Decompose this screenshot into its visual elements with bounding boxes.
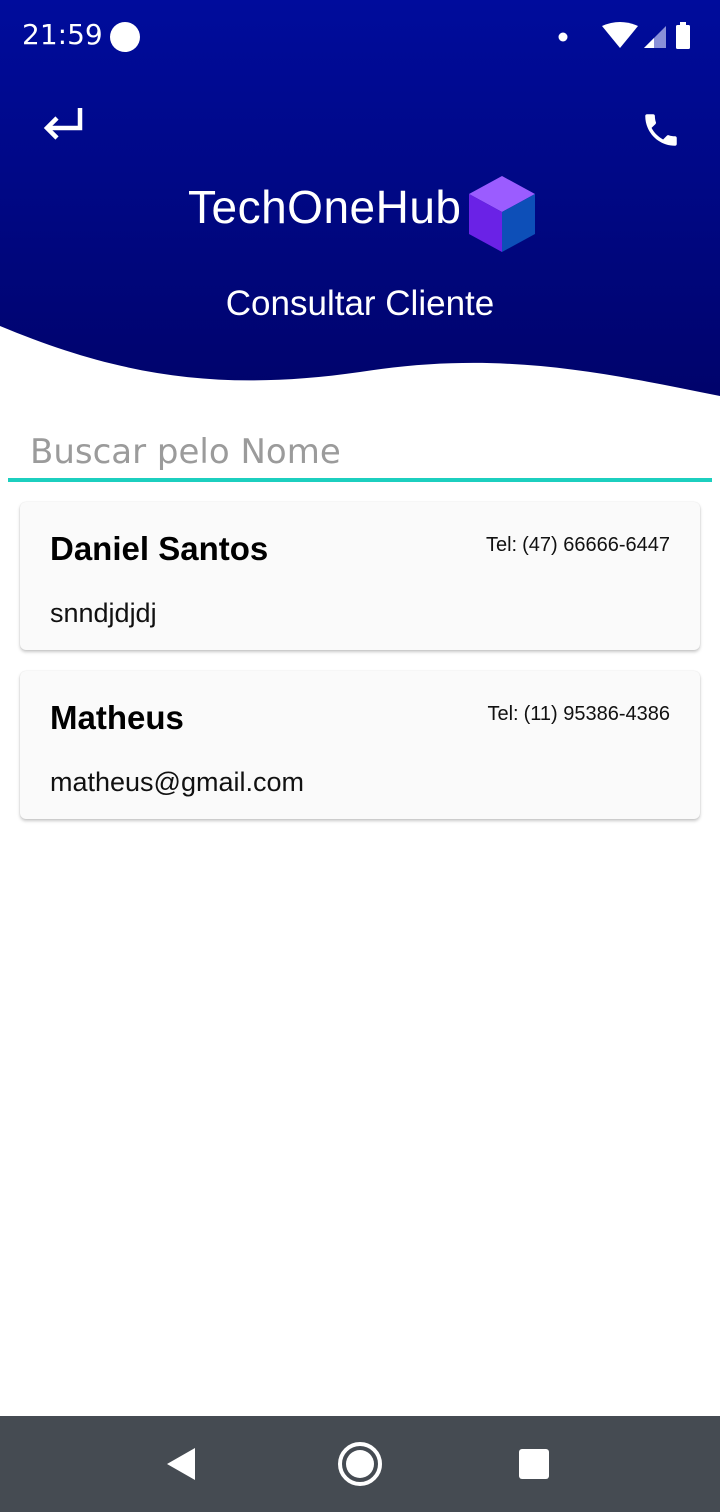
client-phone: Tel: (47) 66666-6447 — [486, 534, 670, 557]
client-name: Matheus — [50, 699, 184, 736]
client-phone-label: Tel: — [485, 534, 518, 556]
search-input[interactable] — [8, 426, 712, 478]
battery-icon — [676, 25, 690, 49]
status-icons — [558, 22, 690, 49]
client-phone-number: (11) 95386-4386 — [523, 703, 670, 725]
page-title: Consultar Cliente — [225, 284, 495, 323]
search-field[interactable] — [8, 426, 712, 482]
return-arrow-icon — [43, 108, 83, 140]
app-name: TechOneHub — [188, 181, 462, 233]
client-phone-number: (47) 66666-6447 — [522, 534, 670, 556]
search-underline — [8, 478, 712, 482]
client-phone: Tel: (11) 95386-4386 — [487, 703, 670, 726]
circle-home-icon — [338, 1442, 382, 1486]
square-recents-icon — [519, 1449, 549, 1479]
client-email: snndjdjdj — [50, 598, 157, 628]
triangle-back-icon — [167, 1448, 195, 1480]
header: 21:59 TechOneHub Consultar Cliente — [0, 0, 720, 400]
cube-icon — [469, 176, 535, 252]
nav-back-button[interactable] — [150, 1432, 214, 1496]
notification-dot-icon — [110, 22, 140, 52]
status-time: 21:59 — [22, 18, 103, 51]
wifi-icon — [602, 22, 638, 48]
signal-icon — [644, 26, 666, 48]
client-phone-label: Tel: — [487, 703, 519, 725]
small-dot-icon — [558, 32, 568, 42]
client-card[interactable]: Daniel Santos Tel: (47) 66666-6447 snndjd… — [20, 502, 700, 650]
phone-icon — [645, 114, 677, 146]
call-button[interactable] — [633, 102, 689, 158]
client-card[interactable]: Matheus Tel: (11) 95386-4386 matheus@gmai… — [20, 671, 700, 819]
nav-home-button[interactable] — [328, 1432, 392, 1496]
client-name: Daniel Santos — [50, 530, 269, 567]
status-bar: 21:59 — [0, 0, 720, 76]
system-navigation-bar — [0, 1416, 720, 1512]
client-email: matheus@gmail.com — [50, 767, 304, 797]
back-button[interactable] — [36, 95, 92, 151]
nav-recents-button[interactable] — [502, 1432, 566, 1496]
